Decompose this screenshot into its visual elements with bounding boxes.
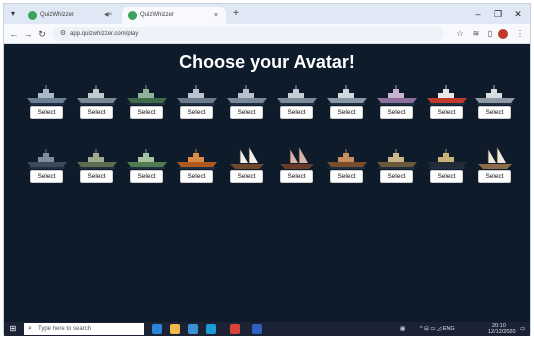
select-button-grey-corvette[interactable]: Select [230, 106, 263, 119]
close-tab-icon[interactable]: × [214, 7, 218, 24]
select-button-modern-destroyer[interactable]: Select [30, 106, 63, 119]
avatar-card-wooden-canoe: Select [174, 146, 220, 196]
tab-quizwhizzer-1[interactable]: QuizWhizzer ◀× [22, 7, 126, 24]
taskbar-app-word-icon[interactable] [252, 324, 262, 334]
page-heading: Choose your Avatar! [179, 52, 355, 72]
avatar-card-battleship: Select [324, 82, 370, 132]
select-button-galleon-white-sails[interactable]: Select [230, 170, 263, 183]
avatar-card-green-patrol-boat: Select [124, 82, 170, 132]
select-button-chinese-junk[interactable]: Select [280, 170, 313, 183]
back-button[interactable]: ← [8, 27, 20, 41]
tab-bar: ▾ QuizWhizzer ◀× QuizWhizzer × + – ❐ ✕ [4, 4, 530, 24]
taskbar-app-edge-icon[interactable] [152, 324, 162, 334]
avatar-card-dark-submarine: Select [24, 146, 70, 196]
clock-date[interactable]: 12/12/2020 [488, 325, 516, 338]
taskbar-app-mail-icon[interactable] [206, 324, 216, 334]
tab-title: QuizWhizzer [140, 12, 175, 18]
new-tab-button[interactable]: + [230, 7, 242, 21]
taskbar-app-media-icon[interactable] [230, 324, 240, 334]
select-button-raft-with-sail[interactable]: Select [478, 170, 511, 183]
url-text[interactable]: app.quizwhizzer.com/play [70, 27, 138, 41]
avatar-card-research-vessel: Select [472, 82, 518, 132]
close-window-button[interactable]: ✕ [510, 6, 526, 22]
taskbar-app-explorer-icon[interactable] [170, 324, 180, 334]
site-info-icon[interactable]: ⚙ [58, 29, 68, 39]
select-button-stealth-boat[interactable]: Select [280, 106, 313, 119]
avatar-card-viking-longship: Select [324, 146, 370, 196]
avatar-card-camo-warship: Select [74, 146, 120, 196]
avatar-card-trireme: Select [374, 146, 420, 196]
search-placeholder: Type here to search [38, 326, 92, 332]
avatar-selection-page: Choose your Avatar! Select Select Select Se… [4, 44, 530, 322]
select-button-grey-warship[interactable]: Select [80, 106, 113, 119]
avatar-card-grey-corvette: Select [224, 82, 270, 132]
quizwhizzer-favicon-icon [128, 11, 137, 20]
reload-button[interactable]: ↻ [36, 27, 48, 41]
select-button-speed-cruiser[interactable]: Select [380, 106, 413, 119]
select-button-green-patrol-boat[interactable]: Select [130, 106, 163, 119]
windows-start-icon[interactable]: ⊞ [8, 324, 18, 334]
url-bar[interactable]: ⚙ app.quizwhizzer.com/play [52, 27, 444, 41]
select-button-battleship[interactable]: Select [330, 106, 363, 119]
tab-menu-icon[interactable]: ▾ [8, 8, 18, 20]
avatar-card-grey-warship: Select [74, 82, 120, 132]
avatar-card-galleon-white-sails: Select [224, 146, 270, 196]
avatar-card-chinese-junk: Select [274, 146, 320, 196]
reading-list-icon[interactable]: ≋ [470, 27, 482, 41]
taskbar-search-box[interactable]: ⌕ Type here to search [24, 323, 144, 335]
avatar-card-stealth-boat: Select [274, 82, 320, 132]
avatar-card-titanic-liner: Select [424, 146, 470, 196]
select-button-green-gunboat[interactable]: Select [130, 170, 163, 183]
bookmark-star-icon[interactable]: ☆ [454, 27, 466, 41]
avatar-card-speed-cruiser: Select [374, 82, 420, 132]
split-view-icon[interactable]: ▯ [484, 27, 496, 41]
profile-avatar-icon[interactable] [498, 29, 508, 39]
select-button-navy-frigate[interactable]: Select [180, 106, 213, 119]
select-button-dark-submarine[interactable]: Select [30, 170, 63, 183]
browser-window: ▾ QuizWhizzer ◀× QuizWhizzer × + – ❐ ✕ ←… [3, 3, 531, 336]
notifications-icon[interactable]: ▭ [520, 322, 525, 336]
select-button-research-vessel[interactable]: Select [478, 106, 511, 119]
system-tray-icons[interactable]: ^ ⊟ ▭ ◿ ENG [420, 322, 455, 336]
avatar-card-raft-with-sail: Select [472, 146, 518, 196]
select-button-red-speedboat[interactable]: Select [430, 106, 463, 119]
avatar-card-navy-frigate: Select [174, 82, 220, 132]
quizwhizzer-favicon-icon [28, 11, 37, 20]
avatar-card-green-gunboat: Select [124, 146, 170, 196]
minimize-button[interactable]: – [470, 6, 486, 22]
tab-quizwhizzer-2[interactable]: QuizWhizzer × [122, 7, 226, 24]
keyboard-icon[interactable]: ▦ [400, 322, 405, 336]
restore-button[interactable]: ❐ [490, 6, 506, 22]
select-button-viking-longship[interactable]: Select [330, 170, 363, 183]
select-button-camo-warship[interactable]: Select [80, 170, 113, 183]
forward-button[interactable]: → [22, 27, 34, 41]
search-icon: ⌕ [28, 325, 32, 332]
select-button-wooden-canoe[interactable]: Select [180, 170, 213, 183]
mute-icon[interactable]: ◀× [104, 7, 112, 24]
address-toolbar: ← → ↻ ⚙ app.quizwhizzer.com/play ☆ ≋ ▯ ⋮ [4, 24, 530, 44]
select-button-trireme[interactable]: Select [380, 170, 413, 183]
tab-title: QuizWhizzer [40, 12, 75, 18]
browser-menu-icon[interactable]: ⋮ [514, 27, 526, 41]
avatar-card-modern-destroyer: Select [24, 82, 70, 132]
windows-taskbar: ⊞ ⌕ Type here to search ▦ ^ ⊟ ▭ ◿ ENG 20… [4, 322, 530, 336]
avatar-card-red-speedboat: Select [424, 82, 470, 132]
taskbar-app-store-icon[interactable] [188, 324, 198, 334]
select-button-titanic-liner[interactable]: Select [430, 170, 463, 183]
